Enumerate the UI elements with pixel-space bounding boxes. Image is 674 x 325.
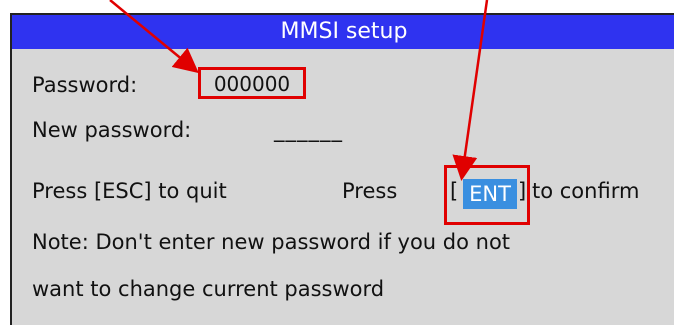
note-line-2: want to change current password xyxy=(32,277,385,301)
esc-hint: Press [ESC] to quit xyxy=(32,179,227,203)
screenshot-stage: MMSI setup Password: 000000 New password… xyxy=(0,0,674,325)
new-password-field[interactable]: ______ xyxy=(274,118,343,142)
dialog-title: MMSI setup xyxy=(12,15,674,49)
confirm-hint: to confirm xyxy=(532,179,640,203)
press-label: Press xyxy=(342,179,398,203)
password-label: Password: xyxy=(32,73,138,97)
note-line-1: Note: Don't enter new password if you do… xyxy=(32,230,511,254)
ent-highlight-box xyxy=(444,165,530,225)
password-field[interactable]: 000000 xyxy=(198,67,306,99)
mmsi-setup-dialog: MMSI setup Password: 000000 New password… xyxy=(10,13,674,325)
new-password-label: New password: xyxy=(32,118,192,142)
